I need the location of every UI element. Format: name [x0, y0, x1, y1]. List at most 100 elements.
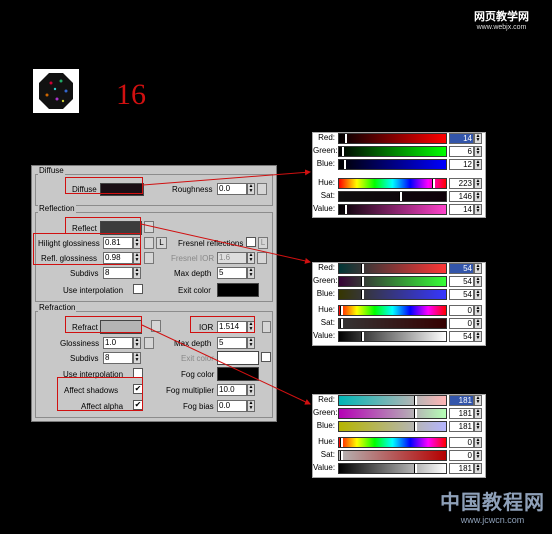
- cp1-hue-label: Hue:: [318, 178, 335, 187]
- cp1-hue-slider[interactable]: [338, 178, 447, 189]
- cp3-green-input[interactable]: 181: [449, 408, 474, 419]
- cp2-value-slider[interactable]: [338, 331, 447, 342]
- cp2-red-input[interactable]: 54: [449, 263, 474, 274]
- cp2-green-handle[interactable]: [361, 277, 364, 286]
- cp1-value-spinner[interactable]: ▲ ▼: [474, 204, 482, 215]
- cp3-green-spinner[interactable]: ▲ ▼: [474, 408, 482, 419]
- cp3-hue-slider[interactable]: [338, 437, 447, 448]
- cp3-blue-spinner[interactable]: ▲ ▼: [474, 421, 482, 432]
- cp3-sat-handle[interactable]: [340, 451, 343, 460]
- cp1-green-label: Green:: [313, 146, 338, 155]
- cp1-red-spinner[interactable]: ▲ ▼: [474, 133, 482, 144]
- cp3-blue-input[interactable]: 181: [449, 421, 474, 432]
- cp1-green-handle[interactable]: [341, 147, 344, 156]
- cp3-value-handle[interactable]: [414, 464, 417, 473]
- cp1-value-handle[interactable]: [344, 205, 347, 214]
- cp3-red-slider[interactable]: [338, 395, 447, 406]
- cp2-hue-input[interactable]: 0: [449, 305, 474, 316]
- cp1-value-input[interactable]: 14: [449, 204, 474, 215]
- cp3-value-spinner[interactable]: ▲ ▼: [474, 463, 482, 474]
- cp1-hue-handle[interactable]: [432, 179, 435, 188]
- cp3-red-row: Red: 181 ▲ ▼: [313, 395, 485, 406]
- cp3-sat-slider[interactable]: [338, 450, 447, 461]
- cp1-blue-row: Blue: 12 ▲ ▼: [313, 159, 485, 170]
- cp2-hue-label: Hue:: [318, 305, 335, 314]
- cp3-blue-slider[interactable]: [338, 421, 447, 432]
- cp2-red-handle[interactable]: [361, 264, 364, 273]
- cp2-hue-handle[interactable]: [340, 306, 343, 315]
- cp1-sat-spinner[interactable]: ▲ ▼: [474, 191, 482, 202]
- cp2-value-handle[interactable]: [361, 332, 364, 341]
- color-picker-refract: Red: 181 ▲ ▼ Green: 181 ▲ ▼ Blue: 181 ▲ ▼ H…: [312, 394, 486, 478]
- cp2-value-spinner[interactable]: ▲ ▼: [474, 331, 482, 342]
- cp2-green-input[interactable]: 54: [449, 276, 474, 287]
- cp1-green-input[interactable]: 6: [449, 146, 474, 157]
- cp3-sat-input[interactable]: 0: [449, 450, 474, 461]
- cp1-hue-input[interactable]: 223: [449, 178, 474, 189]
- cp3-blue-label: Blue:: [316, 421, 335, 430]
- cp3-red-input[interactable]: 181: [449, 395, 474, 406]
- cp1-hue-spinner[interactable]: ▲ ▼: [474, 178, 482, 189]
- cp3-hue-spinner[interactable]: ▲ ▼: [474, 437, 482, 448]
- cp2-green-slider[interactable]: [338, 276, 447, 287]
- cp2-sat-label: Sat:: [320, 318, 335, 327]
- cp1-green-row: Green: 6 ▲ ▼: [313, 146, 485, 157]
- cp2-sat-row: Sat: 0 ▲ ▼: [313, 318, 485, 329]
- cp1-green-slider[interactable]: [338, 146, 447, 157]
- cp1-blue-handle[interactable]: [343, 160, 346, 169]
- cp2-green-spinner[interactable]: ▲ ▼: [474, 276, 482, 287]
- cp3-hue-input[interactable]: 0: [449, 437, 474, 448]
- cp2-hue-slider[interactable]: [338, 305, 447, 316]
- cp1-sat-slider[interactable]: [338, 191, 447, 202]
- cp2-green-label: Green:: [313, 276, 338, 285]
- cp3-value-slider[interactable]: [338, 463, 447, 474]
- cp2-hue-spinner[interactable]: ▲ ▼: [474, 305, 482, 316]
- cp3-red-spinner[interactable]: ▲ ▼: [474, 395, 482, 406]
- cp2-sat-slider[interactable]: [338, 318, 447, 329]
- cp2-sat-input[interactable]: 0: [449, 318, 474, 329]
- cp3-value-input[interactable]: 181: [449, 463, 474, 474]
- cp2-value-input[interactable]: 54: [449, 331, 474, 342]
- cp2-sat-handle[interactable]: [340, 319, 343, 328]
- cp2-red-row: Red: 54 ▲ ▼: [313, 263, 485, 274]
- cp3-sat-row: Sat: 0 ▲ ▼: [313, 450, 485, 461]
- cp1-sat-input[interactable]: 146: [449, 191, 474, 202]
- cp2-sat-spinner[interactable]: ▲ ▼: [474, 318, 482, 329]
- cp3-blue-handle[interactable]: [414, 422, 417, 431]
- cp3-green-handle[interactable]: [414, 409, 417, 418]
- color-picker-reflect: Red: 54 ▲ ▼ Green: 54 ▲ ▼ Blue: 54 ▲ ▼ Hue:…: [312, 262, 486, 346]
- cp1-red-label: Red:: [318, 133, 335, 142]
- cp1-blue-input[interactable]: 12: [449, 159, 474, 170]
- cp1-red-row: Red: 14 ▲ ▼: [313, 133, 485, 144]
- cp1-blue-slider[interactable]: [338, 159, 447, 170]
- cp2-blue-row: Blue: 54 ▲ ▼: [313, 289, 485, 300]
- cp2-blue-handle[interactable]: [361, 290, 364, 299]
- cp1-red-slider[interactable]: [338, 133, 447, 144]
- cp1-blue-label: Blue:: [316, 159, 335, 168]
- cp3-hue-label: Hue:: [318, 437, 335, 446]
- cp3-hue-handle[interactable]: [340, 438, 343, 447]
- cp2-red-slider[interactable]: [338, 263, 447, 274]
- cp3-sat-spinner[interactable]: ▲ ▼: [474, 450, 482, 461]
- cp3-value-row: Value: 181 ▲ ▼: [313, 463, 485, 474]
- cp2-red-spinner[interactable]: ▲ ▼: [474, 263, 482, 274]
- cp2-hue-row: Hue: 0 ▲ ▼: [313, 305, 485, 316]
- cp2-blue-spinner[interactable]: ▲ ▼: [474, 289, 482, 300]
- cp2-value-row: Value: 54 ▲ ▼: [313, 331, 485, 342]
- arrow-reflect: [140, 223, 311, 264]
- cp3-sat-label: Sat:: [320, 450, 335, 459]
- cp1-red-handle[interactable]: [344, 134, 347, 143]
- cp2-blue-slider[interactable]: [338, 289, 447, 300]
- cp1-sat-handle[interactable]: [399, 192, 402, 201]
- cp1-value-label: Value:: [313, 204, 336, 213]
- cp3-blue-row: Blue: 181 ▲ ▼: [313, 421, 485, 432]
- cp3-red-handle[interactable]: [414, 396, 417, 405]
- cp3-green-row: Green: 181 ▲ ▼: [313, 408, 485, 419]
- cp3-green-slider[interactable]: [338, 408, 447, 419]
- cp1-value-slider[interactable]: [338, 204, 447, 215]
- cp1-green-spinner[interactable]: ▲ ▼: [474, 146, 482, 157]
- cp1-red-input[interactable]: 14: [449, 133, 474, 144]
- cp2-green-row: Green: 54 ▲ ▼: [313, 276, 485, 287]
- cp2-blue-input[interactable]: 54: [449, 289, 474, 300]
- cp1-blue-spinner[interactable]: ▲ ▼: [474, 159, 482, 170]
